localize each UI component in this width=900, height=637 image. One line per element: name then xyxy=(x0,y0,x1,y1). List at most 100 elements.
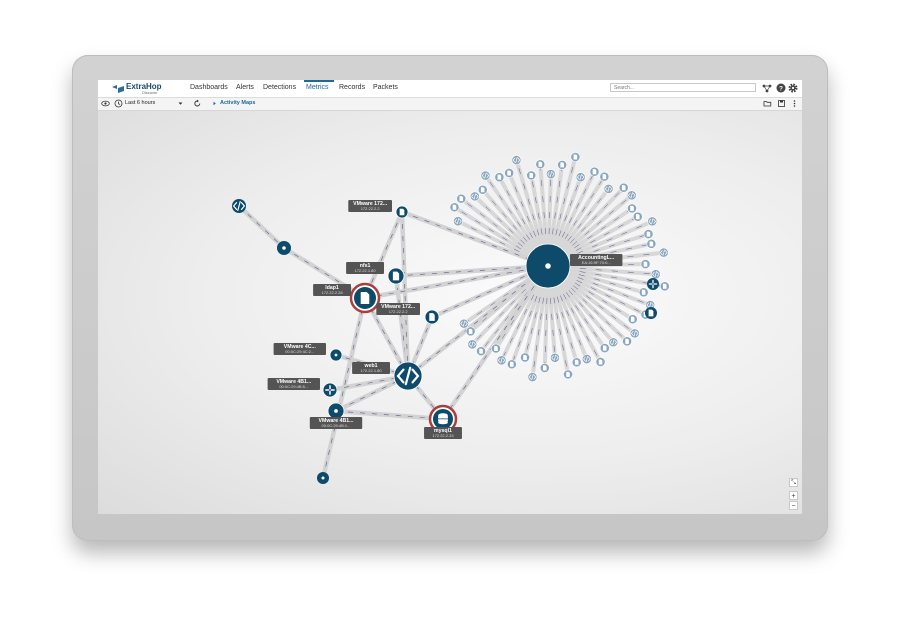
tab-records[interactable]: Records xyxy=(339,84,365,91)
document-icon xyxy=(641,289,646,295)
peer-node[interactable] xyxy=(557,159,568,170)
peer-node[interactable] xyxy=(599,343,610,353)
map-node-vmware4b1b[interactable]: VMware 4B1...00:0C:29:4B:1... xyxy=(309,402,363,429)
document-icon xyxy=(648,309,654,317)
dot-node-upper[interactable] xyxy=(277,241,291,255)
peer-node[interactable] xyxy=(658,247,669,258)
app-screen: ldap1 172.22.2.28 nfs1 172.22.1.80 VMware 17… xyxy=(98,80,802,514)
peer-node[interactable] xyxy=(449,202,460,213)
activity-map-icon[interactable] xyxy=(762,83,772,93)
peer-node[interactable] xyxy=(511,155,522,166)
map-node-mysql1[interactable]: mysql1172.22.2.33 xyxy=(424,404,462,439)
peer-node[interactable] xyxy=(627,203,637,214)
peer-node[interactable] xyxy=(535,159,546,170)
peer-node[interactable] xyxy=(453,216,463,227)
peer-node[interactable] xyxy=(550,352,560,363)
peer-node[interactable] xyxy=(640,259,651,269)
more-options-icon[interactable] xyxy=(790,99,799,108)
peer-node[interactable] xyxy=(491,343,501,354)
node-label-address: 00:0C:29:4C:2... xyxy=(285,349,314,354)
peer-node[interactable] xyxy=(581,354,592,364)
peer-node[interactable] xyxy=(627,314,638,325)
map-node-ldap1[interactable]: ldap1172.22.2.28 xyxy=(313,282,381,314)
map-node-nfs1[interactable]: nfs1172.22.1.80 xyxy=(346,262,405,285)
peer-node[interactable] xyxy=(456,193,467,204)
search-input[interactable] xyxy=(610,83,756,92)
peer-node[interactable] xyxy=(520,352,530,363)
map-node-vmware4c[interactable]: VMware 4C...00:0C:29:4C:2... xyxy=(273,343,343,362)
peer-node[interactable] xyxy=(563,369,573,380)
tab-packets[interactable]: Packets xyxy=(373,84,398,91)
peer-node[interactable] xyxy=(546,169,556,179)
peer-node[interactable] xyxy=(626,190,637,201)
map-node-vmware4b1a[interactable]: VMware 4B1...00:0C:29:4B:5... xyxy=(267,378,338,398)
peer-node[interactable] xyxy=(459,318,469,329)
peer-node[interactable] xyxy=(539,363,550,373)
folder-open-icon[interactable] xyxy=(763,99,772,108)
peer-node-active[interactable] xyxy=(645,307,657,319)
tab-metrics[interactable]: Metrics xyxy=(306,84,329,91)
document-icon xyxy=(494,345,498,352)
peer-node[interactable] xyxy=(643,229,654,239)
peer-node[interactable] xyxy=(589,166,600,177)
tab-dashboards[interactable]: Dashboards xyxy=(190,84,228,91)
view-toggle-icon[interactable] xyxy=(101,99,110,108)
peer-node[interactable] xyxy=(467,339,478,350)
settings-gear-icon[interactable] xyxy=(788,83,798,93)
peer-node[interactable] xyxy=(659,281,670,292)
peer-node[interactable] xyxy=(622,336,632,347)
peer-node[interactable] xyxy=(469,191,480,202)
peer-node[interactable] xyxy=(570,152,581,162)
peer-node[interactable] xyxy=(496,355,507,366)
peer-node[interactable] xyxy=(480,170,491,181)
extrahop-logo[interactable]: ExtraHop Discover xyxy=(112,82,174,96)
peer-node[interactable] xyxy=(608,337,619,348)
peer-node[interactable] xyxy=(504,168,515,178)
peer-node[interactable] xyxy=(476,346,486,357)
peer-node[interactable] xyxy=(638,287,649,298)
dot-node-lower[interactable] xyxy=(317,472,329,484)
node-label-address: EA:16:9F:70:0... xyxy=(582,260,611,265)
document-icon xyxy=(480,187,485,193)
document-icon xyxy=(452,204,457,210)
peer-node[interactable] xyxy=(595,357,606,367)
document-icon xyxy=(399,208,405,216)
tab-alerts[interactable]: Alerts xyxy=(236,84,254,91)
peer-node[interactable] xyxy=(527,372,538,382)
peer-node[interactable] xyxy=(618,182,629,193)
zoom-out-button[interactable]: − xyxy=(789,501,798,510)
peer-node[interactable] xyxy=(650,269,661,280)
document-icon xyxy=(662,283,667,289)
save-icon[interactable] xyxy=(777,99,786,108)
peer-node[interactable] xyxy=(575,172,586,183)
document-icon xyxy=(573,154,578,160)
peer-node[interactable] xyxy=(629,328,640,339)
activity-map[interactable]: ldap1172.22.2.28 nfs1172.22.1.80 VMware 17… xyxy=(98,80,802,514)
fit-to-screen-button[interactable]: ⤡ xyxy=(789,478,798,487)
node-label-address: 172.22.1.80 xyxy=(354,268,376,273)
peer-node[interactable] xyxy=(506,359,517,370)
refresh-icon[interactable] xyxy=(193,99,202,108)
time-range-selector[interactable]: Last 6 hours xyxy=(125,100,155,106)
peer-node-active[interactable] xyxy=(647,278,659,290)
peer-node[interactable] xyxy=(494,172,505,183)
help-icon[interactable]: ? xyxy=(776,83,786,93)
peer-node[interactable] xyxy=(465,326,476,337)
peer-node[interactable] xyxy=(599,171,610,182)
zoom-in-button[interactable]: + xyxy=(789,491,798,500)
peer-node[interactable] xyxy=(526,170,537,181)
breadcrumb-activity-maps[interactable]: Activity Maps xyxy=(220,100,255,106)
document-icon xyxy=(592,169,597,175)
map-node-vmware172a[interactable]: VMware 172...172.22.2.2 xyxy=(348,200,409,219)
peer-node[interactable] xyxy=(477,184,488,195)
document-icon xyxy=(429,313,435,321)
peer-node[interactable] xyxy=(646,238,657,249)
tab-detections[interactable]: Detections xyxy=(263,84,296,91)
peer-node[interactable] xyxy=(647,216,658,227)
peer-node[interactable] xyxy=(632,211,643,222)
logo-product: Discover xyxy=(142,90,158,95)
peer-node[interactable] xyxy=(571,357,582,368)
code-node[interactable] xyxy=(232,199,246,213)
peer-node[interactable] xyxy=(603,183,614,194)
chevron-down-icon[interactable] xyxy=(176,99,185,108)
